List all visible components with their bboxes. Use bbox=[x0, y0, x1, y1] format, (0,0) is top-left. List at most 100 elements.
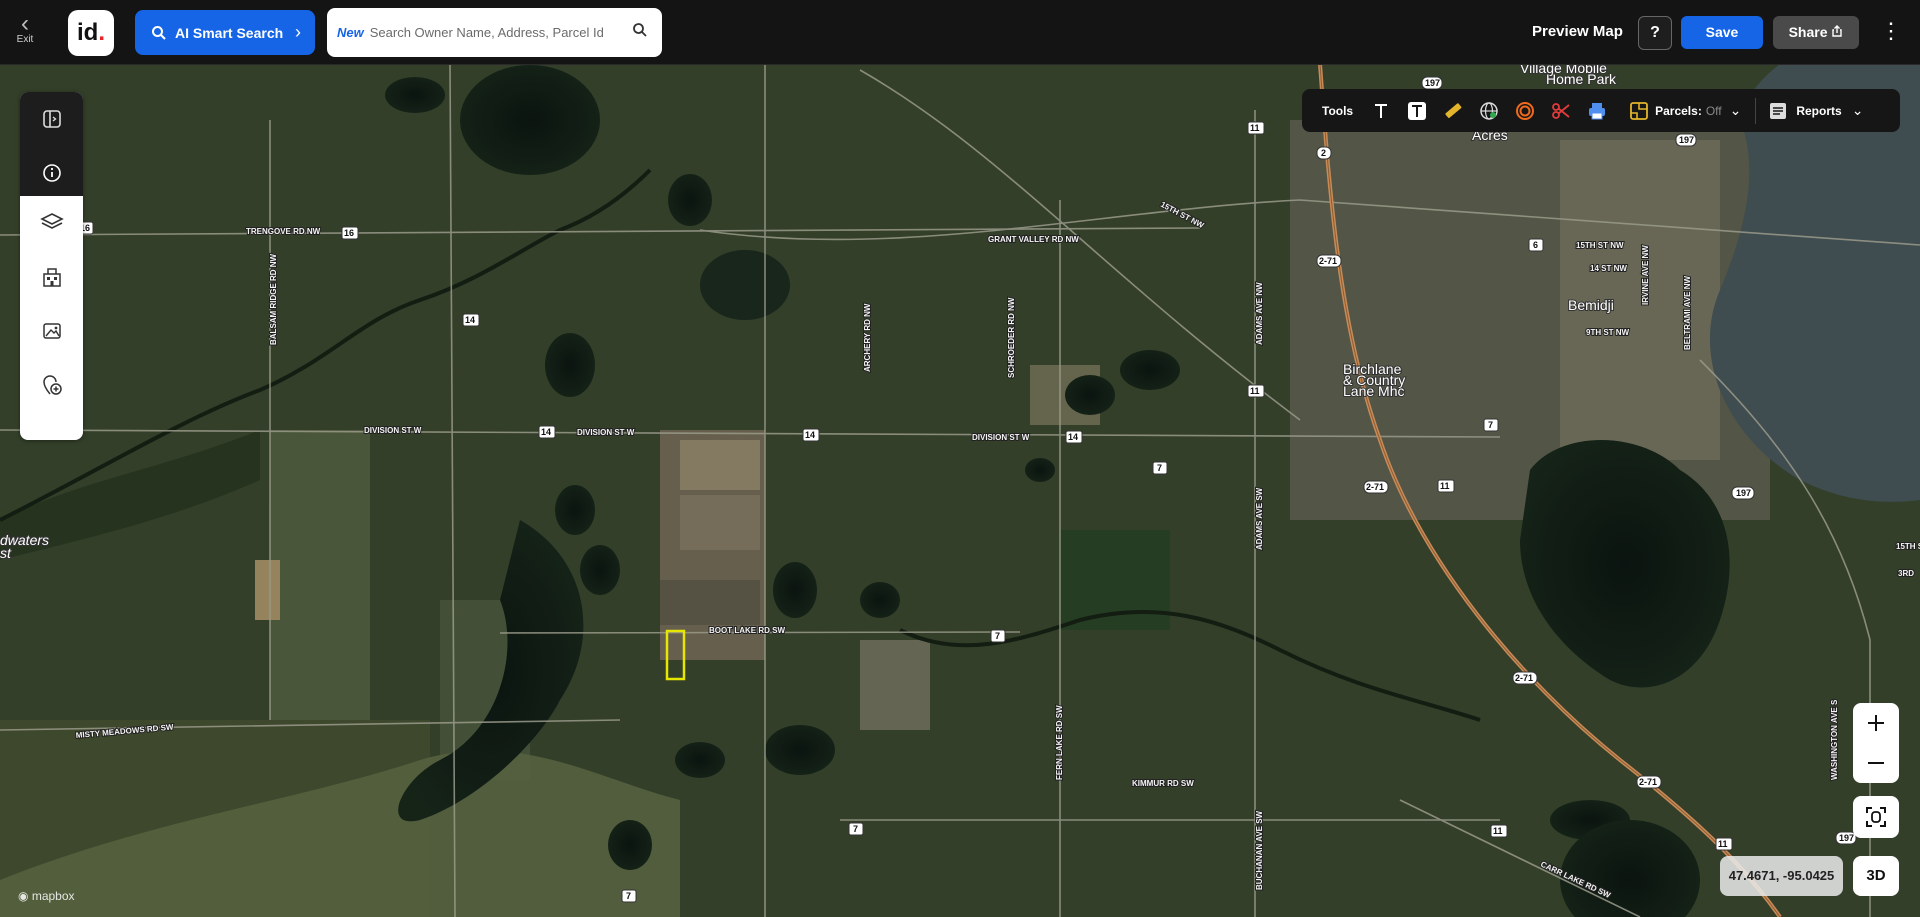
road-label: BUCHANAN AVE SW bbox=[1255, 810, 1264, 890]
search-placeholder: Search Owner Name, Address, Parcel Id bbox=[369, 25, 604, 40]
svg-text:14: 14 bbox=[805, 430, 815, 440]
parcels-button[interactable]: Parcels: Off ⌄ bbox=[1629, 96, 1741, 126]
share-button[interactable]: Share bbox=[1773, 16, 1859, 49]
save-button[interactable]: Save bbox=[1681, 16, 1763, 49]
road-label: ADAMS AVE NW bbox=[1255, 282, 1264, 345]
svg-text:14: 14 bbox=[1068, 432, 1078, 442]
svg-text:11: 11 bbox=[1250, 386, 1260, 396]
preview-map-button[interactable]: Preview Map bbox=[1532, 23, 1623, 40]
place-label: Bemidji bbox=[1568, 297, 1614, 313]
route-shield: 2-71 bbox=[1512, 671, 1538, 685]
exit-label: Exit bbox=[16, 34, 34, 45]
search-input[interactable]: New Search Owner Name, Address, Parcel I… bbox=[327, 8, 662, 57]
help-button[interactable]: ? bbox=[1638, 16, 1672, 50]
route-shield: 11 bbox=[1247, 384, 1265, 398]
mapbox-attribution[interactable]: ◉ mapbox bbox=[18, 889, 75, 903]
svg-text:7: 7 bbox=[995, 631, 1000, 641]
route-shield: 14 bbox=[538, 425, 556, 439]
coordinates-readout: 47.4671, -95.0425 bbox=[1720, 856, 1843, 896]
text-tool-button[interactable] bbox=[1363, 96, 1399, 126]
chevron-down-icon: ⌄ bbox=[1851, 102, 1864, 118]
svg-text:11: 11 bbox=[1718, 839, 1728, 849]
place-label: st bbox=[0, 545, 12, 561]
reports-icon bbox=[1770, 102, 1787, 119]
road-label: BALSAM RIDGE RD NW bbox=[269, 253, 278, 345]
radius-tool-button[interactable] bbox=[1507, 96, 1543, 126]
share-label: Share bbox=[1788, 24, 1828, 40]
measure-tool-button[interactable] bbox=[1435, 96, 1471, 126]
road-label: BOOT LAKE RD SW bbox=[709, 626, 785, 635]
route-shield: 197 bbox=[1675, 133, 1697, 147]
parcels-state: Off bbox=[1705, 103, 1722, 118]
road-label: KIMMUR RD SW bbox=[1132, 779, 1194, 788]
route-shield: 16 bbox=[341, 226, 359, 240]
route-shield: 11 bbox=[1247, 121, 1265, 135]
svg-text:6: 6 bbox=[1533, 240, 1538, 250]
route-shield: 2-71 bbox=[1363, 480, 1389, 494]
info-icon bbox=[42, 164, 61, 182]
road-label: FERN LAKE RD SW bbox=[1055, 705, 1064, 780]
search-icon[interactable] bbox=[632, 22, 648, 38]
route-shield: 7 bbox=[621, 889, 637, 903]
fit-view-button[interactable] bbox=[1853, 796, 1899, 838]
text-box-tool-button[interactable] bbox=[1399, 96, 1435, 126]
zoom-controls bbox=[1853, 703, 1899, 783]
road-label: SCHROEDER RD NW bbox=[1007, 297, 1016, 378]
3d-toggle-button[interactable]: 3D bbox=[1853, 856, 1899, 896]
mapbox-label: mapbox bbox=[31, 889, 75, 903]
add-location-icon bbox=[42, 375, 62, 395]
svg-text:197: 197 bbox=[1736, 488, 1751, 498]
imagery-button[interactable] bbox=[20, 304, 83, 358]
satellite-map[interactable]: Village Mobile Home Park Acres Bemidji B… bbox=[0, 64, 1920, 917]
svg-text:7: 7 bbox=[1157, 463, 1162, 473]
route-shield: 7 bbox=[1483, 418, 1499, 432]
chevron-right-icon: › bbox=[295, 22, 301, 42]
focus-icon bbox=[1866, 807, 1886, 827]
reports-button[interactable]: Reports ⌄ bbox=[1768, 96, 1863, 126]
reports-label: Reports bbox=[1796, 103, 1842, 118]
print-icon bbox=[1589, 102, 1606, 119]
search-icon bbox=[152, 25, 166, 40]
road-label: DIVISION ST W bbox=[972, 433, 1030, 442]
route-shield: 14 bbox=[802, 428, 820, 442]
layers-icon bbox=[39, 213, 64, 229]
ai-smart-search-button[interactable]: AI Smart Search › bbox=[135, 10, 315, 55]
panel-toggle-button[interactable] bbox=[20, 92, 83, 146]
zoom-out-button[interactable] bbox=[1853, 743, 1899, 783]
ruler-icon bbox=[1445, 102, 1462, 118]
place-label: Home Park bbox=[1546, 71, 1617, 87]
buildings-icon bbox=[42, 268, 61, 287]
route-shield: 11 bbox=[1715, 837, 1733, 851]
road-label: ADAMS AVE SW bbox=[1255, 487, 1264, 550]
image-icon bbox=[42, 323, 61, 339]
road-label: TRENGOVE RD NW bbox=[246, 227, 321, 236]
tools-bar: Tools Parcels: Off ⌄ Reports ⌄ bbox=[1302, 89, 1900, 132]
more-menu-icon[interactable]: ⋮ bbox=[1880, 20, 1902, 42]
parcels-label: Parcels: bbox=[1655, 103, 1702, 118]
add-location-button[interactable] bbox=[20, 358, 83, 412]
buildings-button[interactable] bbox=[20, 250, 83, 304]
print-tool-button[interactable] bbox=[1579, 96, 1615, 126]
route-shield: 2-71 bbox=[1316, 254, 1342, 268]
svg-text:2: 2 bbox=[1321, 148, 1326, 158]
chevron-down-icon: ⌄ bbox=[1729, 102, 1742, 118]
layers-button[interactable] bbox=[20, 196, 83, 250]
text-icon bbox=[1375, 103, 1388, 118]
svg-text:7: 7 bbox=[853, 824, 858, 834]
logo[interactable]: id. bbox=[68, 10, 114, 56]
info-button[interactable] bbox=[20, 146, 83, 200]
divider bbox=[1755, 97, 1757, 124]
cut-tool-button[interactable] bbox=[1543, 96, 1579, 126]
zoom-in-button[interactable] bbox=[1853, 703, 1899, 743]
route-shield: 14 bbox=[462, 313, 480, 327]
svg-text:11: 11 bbox=[1440, 481, 1450, 491]
left-sidebar bbox=[20, 92, 83, 440]
svg-text:11: 11 bbox=[1493, 826, 1503, 836]
svg-text:197: 197 bbox=[1425, 78, 1440, 88]
road-label: DIVISION ST W bbox=[577, 428, 635, 437]
road-label: 15TH ST NW bbox=[1576, 241, 1624, 250]
exit-button[interactable]: ‹ Exit bbox=[10, 12, 40, 46]
globe-tool-button[interactable] bbox=[1471, 96, 1507, 126]
panel-toggle-icon bbox=[42, 110, 61, 128]
text-box-icon bbox=[1408, 101, 1427, 120]
